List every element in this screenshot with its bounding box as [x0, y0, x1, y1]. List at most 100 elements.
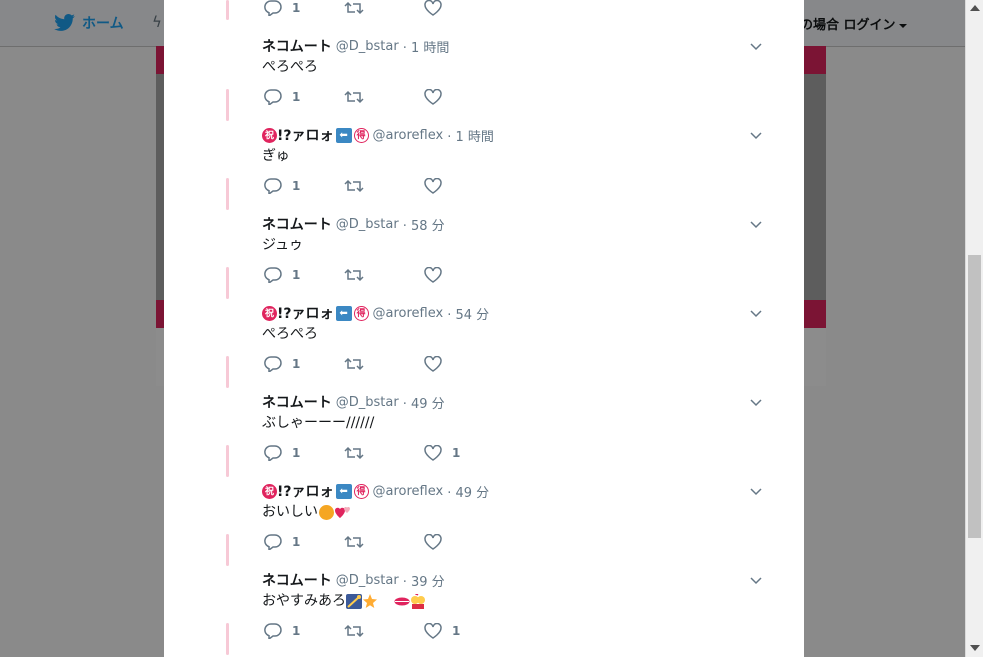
chevron-down-icon[interactable]	[750, 307, 762, 319]
tweet-text: おいしい	[262, 504, 318, 520]
retweet-button[interactable]	[344, 623, 364, 639]
like-count: 1	[452, 624, 461, 638]
user-handle[interactable]: @D_bstar	[336, 217, 399, 232]
heart-icon	[424, 267, 442, 283]
like-button[interactable]	[424, 534, 452, 550]
user-name[interactable]: ネコムート	[262, 570, 332, 590]
tweet-time[interactable]: · 39 分	[403, 571, 445, 590]
thread-line	[226, 445, 229, 477]
like-button[interactable]	[424, 267, 452, 283]
scroll-up-arrow-icon[interactable]	[970, 5, 980, 11]
retweet-button[interactable]	[344, 267, 364, 283]
retweet-button[interactable]	[344, 0, 364, 16]
celebrate-emoji-icon: 祝	[262, 483, 277, 499]
tweet-time[interactable]: · 49 分	[403, 393, 445, 412]
reply-button[interactable]: 1	[264, 89, 300, 105]
like-button[interactable]	[424, 356, 452, 372]
tweet-time[interactable]: · 49 分	[447, 482, 489, 501]
reply-button[interactable]: 1	[264, 534, 300, 550]
reply-icon	[264, 267, 282, 283]
reply-button[interactable]: 1	[264, 267, 300, 283]
advantage-emoji-icon: 得	[353, 127, 369, 143]
user-name-wrap[interactable]: 祝 !?ァロォ ⬅ 得	[262, 481, 369, 501]
thread-line	[226, 356, 229, 388]
tweet[interactable]: ネコムート @D_bstar · 49 分 ぶしゃーーー////// 1 1	[164, 392, 804, 481]
tweet[interactable]: 祝 !?ァロォ ⬅ 得 @aroreflex · 1 時間 ぎゅ 1	[164, 125, 804, 214]
tweet[interactable]: 祝 !?ァロォ ⬅ 得 @aroreflex · 54 分 ぺろぺろ 1	[164, 303, 804, 392]
chevron-down-icon[interactable]	[750, 574, 762, 586]
page-scrollbar[interactable]	[965, 0, 984, 657]
reply-count: 1	[292, 357, 301, 371]
reply-button[interactable]: 1	[264, 356, 300, 372]
retweet-button[interactable]	[344, 178, 364, 194]
caret-down-icon	[898, 23, 907, 28]
scrollbar-thumb[interactable]	[968, 255, 981, 538]
tweet-text-row: おやすみあろ	[262, 590, 426, 610]
reply-count: 1	[292, 90, 301, 104]
tweet-text: おやすみあろ	[262, 593, 346, 609]
tweet-partial: 1	[164, 0, 804, 36]
retweet-icon	[344, 535, 364, 549]
chevron-down-icon[interactable]	[750, 485, 762, 497]
chevron-down-icon[interactable]	[750, 129, 762, 141]
user-handle[interactable]: @D_bstar	[336, 573, 399, 588]
tweet-time[interactable]: · 1 時間	[403, 37, 450, 56]
heart-icon	[424, 178, 442, 194]
user-name[interactable]: ネコムート	[262, 392, 332, 412]
user-name-wrap[interactable]: 祝 !?ァロォ ⬅ 得	[262, 303, 369, 323]
reply-button[interactable]: 1	[264, 445, 300, 461]
reply-count: 1	[292, 1, 301, 15]
like-button[interactable]	[424, 89, 452, 105]
like-button[interactable]	[424, 178, 452, 194]
like-button[interactable]: 1	[424, 623, 460, 639]
tweet[interactable]: ネコムート @D_bstar · 1 時間 ぺろぺろ 1	[164, 36, 804, 125]
user-handle[interactable]: @aroreflex	[373, 484, 444, 499]
two-hearts-emoji-icon	[335, 506, 350, 518]
tweet[interactable]: ネコムート @D_bstar · 39 分 おやすみあろ 1 1	[164, 570, 804, 657]
retweet-icon	[344, 624, 364, 638]
retweet-button[interactable]	[344, 356, 364, 372]
retweet-button[interactable]	[344, 445, 364, 461]
moon-emoji-icon	[381, 594, 388, 608]
retweet-button[interactable]	[344, 534, 364, 550]
tweet-time[interactable]: · 54 分	[447, 304, 489, 323]
thread-line	[226, 623, 229, 655]
reply-count: 1	[292, 535, 301, 549]
reply-button[interactable]: 1	[264, 178, 300, 194]
reply-button[interactable]: 1	[264, 623, 300, 639]
conversation-modal: 1 ネコムート @D_bstar · 1 時間 ぺろぺろ 1 祝 !?ァロォ ⬅…	[164, 0, 804, 657]
heart-icon	[424, 623, 442, 639]
tweet[interactable]: ネコムート @D_bstar · 58 分 ジュゥ 1	[164, 214, 804, 303]
nav-moments-icon[interactable]: ϟ	[152, 13, 162, 31]
tweet-time[interactable]: · 58 分	[403, 215, 445, 234]
nav-home[interactable]: ホーム	[54, 13, 124, 33]
tweet-text: ぶしゃーーー//////	[262, 415, 375, 431]
user-handle[interactable]: @aroreflex	[373, 306, 444, 321]
retweet-icon	[344, 1, 364, 15]
left-arrow-emoji-icon: ⬅	[335, 305, 352, 321]
login-dropdown[interactable]: の場合 ログイン	[800, 14, 907, 33]
user-name[interactable]: ネコムート	[262, 36, 332, 56]
chevron-down-icon[interactable]	[750, 218, 762, 230]
chevron-down-icon[interactable]	[750, 396, 762, 408]
couple-kiss-emoji-icon	[411, 593, 425, 609]
retweet-button[interactable]	[344, 89, 364, 105]
tweet-header: 祝 !?ァロォ ⬅ 得 @aroreflex · 49 分	[262, 481, 489, 501]
user-handle[interactable]: @D_bstar	[336, 39, 399, 54]
user-handle[interactable]: @aroreflex	[373, 128, 444, 143]
like-button[interactable]	[424, 0, 442, 16]
scroll-down-arrow-icon[interactable]	[970, 645, 980, 651]
tweet-time[interactable]: · 1 時間	[447, 126, 494, 145]
thread-line	[226, 89, 229, 121]
retweet-icon	[344, 268, 364, 282]
user-name[interactable]: ネコムート	[262, 214, 332, 234]
user-name-wrap[interactable]: 祝 !?ァロォ ⬅ 得	[262, 125, 369, 145]
chevron-down-icon[interactable]	[750, 40, 762, 52]
reply-button[interactable]: 1	[264, 0, 300, 16]
user-name: !?ァロォ	[277, 484, 334, 500]
like-button[interactable]: 1	[424, 445, 460, 461]
reply-icon	[264, 178, 282, 194]
twitter-bird-icon	[54, 14, 75, 31]
user-handle[interactable]: @D_bstar	[336, 395, 399, 410]
tweet[interactable]: 祝 !?ァロォ ⬅ 得 @aroreflex · 49 分 おいしい 1	[164, 481, 804, 570]
